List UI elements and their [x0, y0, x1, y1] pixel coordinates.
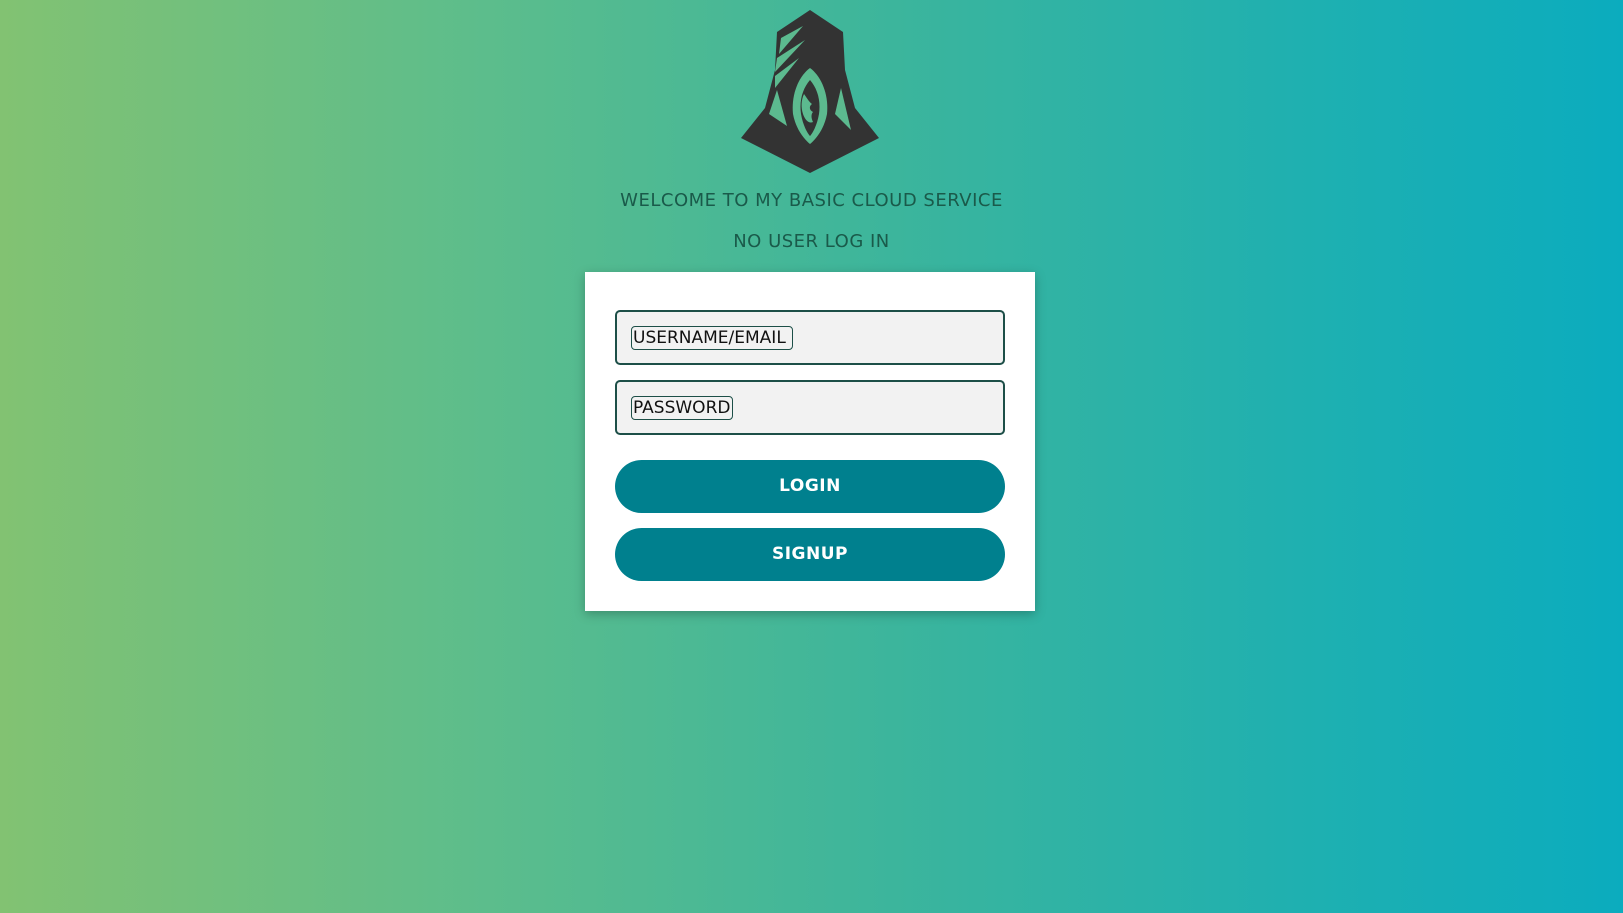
username-input[interactable] — [631, 326, 793, 350]
login-button[interactable]: LOGIN — [615, 460, 1005, 513]
welcome-heading: WELCOME TO MY BASIC CLOUD SERVICE — [620, 190, 1003, 211]
hooded-figure-logo-icon — [741, 10, 879, 173]
login-status-text: NO USER LOG IN — [733, 231, 890, 252]
password-field[interactable] — [615, 380, 1005, 435]
password-input[interactable] — [631, 396, 733, 420]
signup-button[interactable]: SIGNUP — [615, 528, 1005, 581]
username-field[interactable] — [615, 310, 1005, 365]
login-card: LOGIN SIGNUP — [585, 272, 1035, 611]
